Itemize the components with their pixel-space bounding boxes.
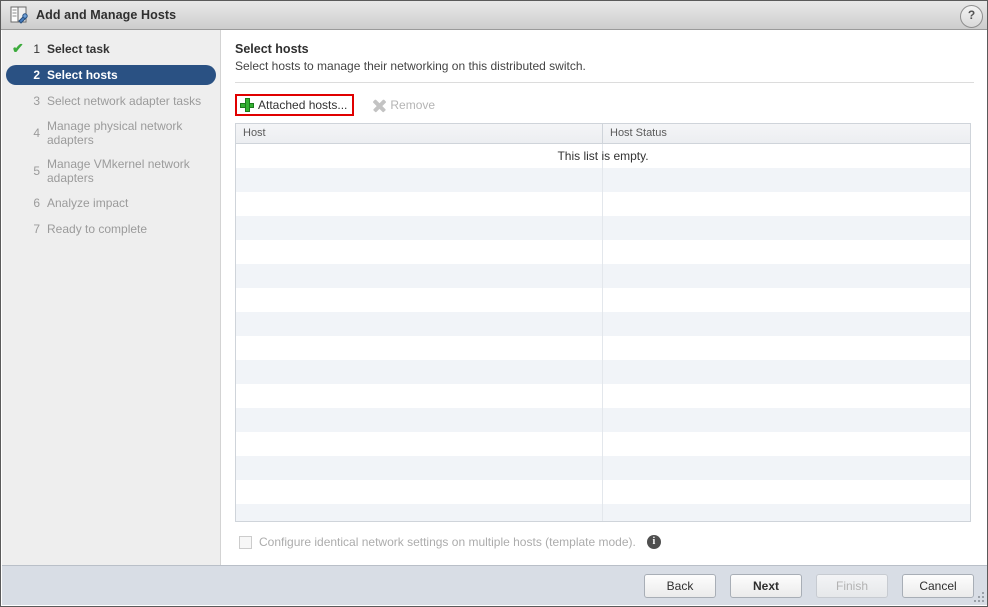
sidebar-item-manage-vmkernel-network-adapters[interactable]: 5 Manage VMkernel network adapters — [6, 155, 216, 187]
table-row — [236, 264, 970, 288]
step-number: 1 — [33, 42, 40, 56]
column-header-host[interactable]: Host — [236, 124, 603, 143]
remove-button: Remove — [354, 94, 440, 116]
table-row — [236, 312, 970, 336]
page-subtitle: Select hosts to manage their networking … — [235, 59, 586, 73]
step-number: 3 — [33, 94, 40, 108]
table-toolbar: Attached hosts... Remove — [235, 93, 974, 117]
table-row — [236, 360, 970, 384]
sidebar-item-select-task[interactable]: ✔ 1 Select task — [6, 39, 216, 59]
table-row — [236, 432, 970, 456]
plus-icon — [240, 98, 254, 112]
table-row — [236, 216, 970, 240]
table-row — [236, 192, 970, 216]
table-row — [236, 336, 970, 360]
sidebar-item-ready-to-complete[interactable]: 7 Ready to complete — [6, 219, 216, 239]
wizard-steps-nav: ✔ 1 Select task 2 Select hosts 3 Select … — [2, 30, 221, 566]
divider — [235, 82, 974, 83]
attached-hosts-button[interactable]: Attached hosts... — [235, 94, 355, 116]
step-label: Manage physical network adapters — [47, 119, 183, 147]
table-row — [236, 456, 970, 480]
step-number: 7 — [33, 222, 40, 236]
page-title: Select hosts — [235, 42, 309, 56]
content-panel: Select hosts Select hosts to manage thei… — [222, 30, 987, 566]
add-and-manage-hosts-dialog: Add and Manage Hosts ? ✔ 1 Select task 2… — [0, 0, 988, 607]
close-icon — [373, 98, 387, 112]
table-row — [236, 480, 970, 504]
sidebar-item-manage-physical-network-adapters[interactable]: 4 Manage physical network adapters — [6, 117, 216, 149]
table-row — [236, 504, 970, 521]
help-button[interactable]: ? — [960, 5, 983, 28]
host-wizard-icon — [9, 5, 29, 25]
template-mode-label: Configure identical network settings on … — [259, 535, 636, 549]
window-title: Add and Manage Hosts — [36, 8, 177, 22]
template-mode-option: Configure identical network settings on … — [235, 531, 974, 553]
step-label: Ready to complete — [47, 222, 148, 236]
step-number: 6 — [33, 196, 40, 210]
remove-label: Remove — [390, 98, 436, 112]
table-body: This list is empty. — [236, 144, 970, 521]
hosts-table: Host Host Status This list is empty. — [235, 123, 971, 522]
step-label: Select network adapter tasks — [47, 94, 202, 108]
table-row — [236, 288, 970, 312]
back-button[interactable]: Back — [644, 573, 716, 598]
cancel-button[interactable]: Cancel — [902, 573, 974, 598]
attached-hosts-label: Attached hosts... — [258, 98, 348, 112]
step-number: 4 — [33, 126, 40, 140]
step-label: Manage VMkernel network adapters — [47, 157, 190, 185]
info-icon[interactable]: i — [646, 535, 661, 549]
step-label: Select hosts — [47, 68, 118, 82]
column-header-host-status[interactable]: Host Status — [603, 124, 970, 143]
step-label: Select task — [47, 42, 110, 56]
step-label: Analyze impact — [47, 196, 129, 210]
step-number: 5 — [33, 164, 40, 178]
sidebar-item-select-network-adapter-tasks[interactable]: 3 Select network adapter tasks — [6, 91, 216, 111]
table-row — [236, 384, 970, 408]
title-bar: Add and Manage Hosts ? — [1, 1, 987, 30]
dialog-button-bar: Back Next Finish Cancel — [2, 565, 987, 605]
sidebar-item-analyze-impact[interactable]: 6 Analyze impact — [6, 193, 216, 213]
template-mode-checkbox — [239, 535, 252, 549]
table-row — [236, 240, 970, 264]
step-number: 2 — [33, 68, 40, 82]
finish-button: Finish — [816, 573, 888, 598]
table-row — [236, 168, 970, 192]
table-row — [236, 144, 970, 168]
sidebar-item-select-hosts[interactable]: 2 Select hosts — [6, 65, 216, 85]
next-button[interactable]: Next — [730, 573, 802, 598]
table-row — [236, 408, 970, 432]
table-header-row: Host Host Status — [236, 124, 970, 144]
check-icon: ✔ — [12, 40, 24, 56]
resize-grip[interactable] — [974, 592, 984, 602]
